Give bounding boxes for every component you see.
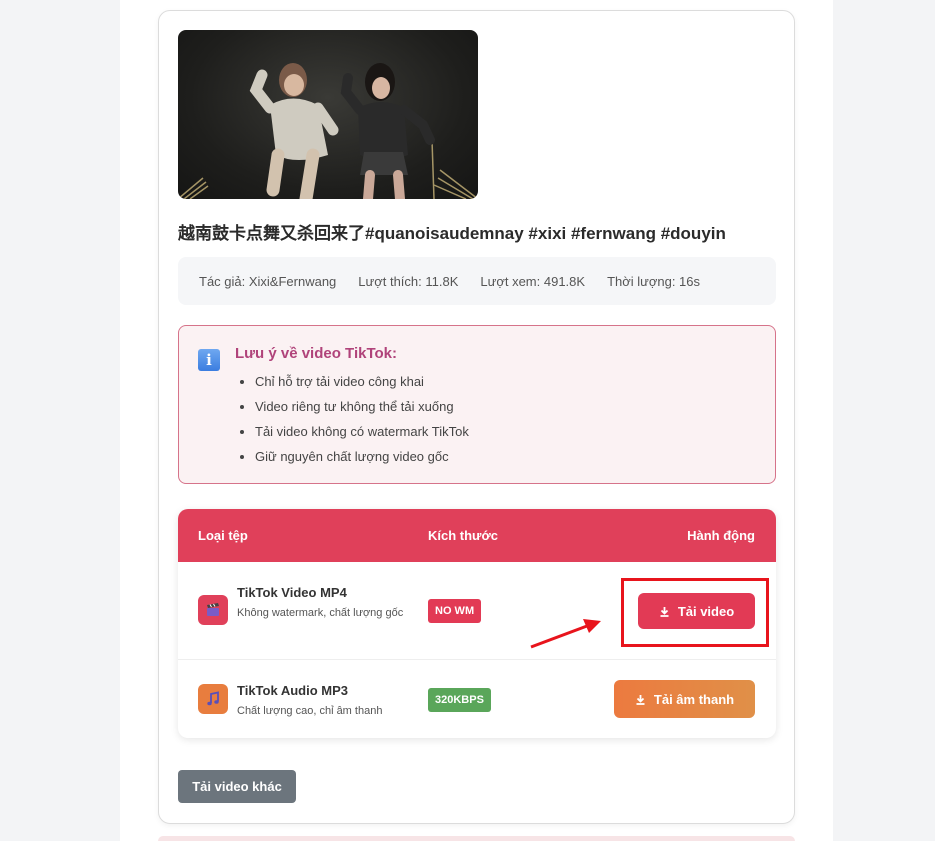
clapper-icon: [198, 595, 228, 625]
music-note-icon: [198, 684, 228, 714]
download-icon: [636, 694, 645, 705]
table-row-audio: TikTok Audio MP3 Chất lượng cao, chỉ âm …: [178, 660, 776, 738]
quality-badge: NO WM: [428, 599, 482, 623]
video-thumbnail[interactable]: [178, 30, 478, 199]
thumbnail-scene: [178, 63, 478, 199]
header-action: Hành động: [687, 528, 755, 543]
video-meta-bar: Tác giả: Xixi&Fernwang Lượt thích: 11.8K…: [178, 257, 776, 305]
header-file-type: Loại tệp: [198, 528, 248, 543]
header-size: Kích thước: [428, 528, 498, 543]
file-name: TikTok Video MP4: [237, 585, 347, 600]
table-header: Loại tệp Kích thước Hành động: [178, 509, 776, 562]
meta-likes: Lượt thích: 11.8K: [358, 273, 459, 289]
next-card-edge: [158, 836, 795, 841]
quality-badge: 320KBPS: [428, 688, 491, 712]
notice-title: Lưu ý về video TikTok:: [235, 345, 398, 362]
notice-item: Chỉ hỗ trợ tải video công khai: [255, 372, 469, 397]
info-icon: i: [198, 349, 220, 371]
red-arrow-icon: [530, 619, 601, 649]
download-another-button[interactable]: Tải video khác: [178, 770, 296, 803]
notice-item: Video riêng tư không thể tải xuống: [255, 397, 469, 422]
meta-author: Tác giả: Xixi&Fernwang: [199, 273, 337, 289]
notice-item: Tải video không có watermark TikTok: [255, 422, 469, 447]
meta-views: Lượt xem: 491.8K: [480, 273, 586, 289]
notice-item: Giữ nguyên chất lượng video gốc: [255, 447, 469, 472]
meta-duration: Thời lượng: 16s: [607, 273, 701, 289]
video-title: 越南鼓卡点舞又杀回来了#quanoisaudemnay #xixi #fernw…: [178, 224, 726, 243]
download-audio-label: Tải âm thanh: [653, 691, 735, 707]
notice-list: Chỉ hỗ trợ tải video công khai Video riê…: [235, 372, 469, 472]
file-description: Không watermark, chất lượng gốc: [237, 607, 404, 619]
download-audio-button[interactable]: Tải âm thanh: [614, 680, 755, 718]
file-name: TikTok Audio MP3: [237, 683, 348, 698]
tiktok-notice: i Lưu ý về video TikTok: Chỉ hỗ trợ tải …: [178, 325, 776, 484]
file-description: Chất lượng cao, chỉ âm thanh: [237, 705, 383, 717]
highlight-box: [621, 578, 769, 647]
